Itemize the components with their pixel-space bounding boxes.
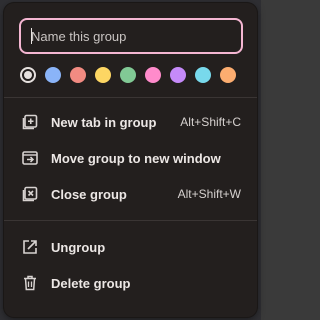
color-swatch-orange[interactable] <box>220 67 236 83</box>
group-name-input[interactable] <box>31 20 231 52</box>
color-swatch-blue[interactable] <box>45 67 61 83</box>
new-tab-icon <box>22 114 38 130</box>
menu-item-new-tab-in-group[interactable]: New tab in group Alt+Shift+C <box>4 104 257 140</box>
divider <box>4 97 257 98</box>
divider <box>4 220 257 221</box>
color-swatch-green[interactable] <box>120 67 136 83</box>
trash-icon <box>24 275 36 291</box>
color-swatch-red[interactable] <box>70 67 86 83</box>
color-swatch-grey[interactable] <box>20 67 36 83</box>
menu-item-ungroup[interactable]: Ungroup <box>4 229 257 265</box>
text-caret <box>31 28 32 44</box>
menu-item-shortcut: Alt+Shift+C <box>180 115 241 129</box>
move-window-icon <box>22 151 38 165</box>
menu-item-label: Delete group <box>51 275 131 291</box>
color-swatch-purple[interactable] <box>170 67 186 83</box>
color-swatch-pink[interactable] <box>145 67 161 83</box>
color-picker <box>20 67 236 83</box>
group-name-field[interactable] <box>19 18 243 54</box>
menu-item-label: Ungroup <box>51 239 106 255</box>
color-swatch-cyan[interactable] <box>195 67 211 83</box>
menu-item-shortcut: Alt+Shift+W <box>177 187 241 201</box>
menu-item-label: Close group <box>51 186 127 202</box>
menu-item-close-group[interactable]: Close group Alt+Shift+W <box>4 176 257 212</box>
color-swatch-yellow[interactable] <box>95 67 111 83</box>
tab-group-editor-menu: New tab in group Alt+Shift+C Move group … <box>4 3 257 317</box>
menu-item-move-group[interactable]: Move group to new window <box>4 140 257 176</box>
ungroup-icon <box>23 240 37 254</box>
menu-item-label: Move group to new window <box>51 150 221 166</box>
close-group-icon <box>22 186 38 202</box>
menu-item-delete-group[interactable]: Delete group <box>4 265 257 301</box>
menu-item-label: New tab in group <box>51 114 157 130</box>
